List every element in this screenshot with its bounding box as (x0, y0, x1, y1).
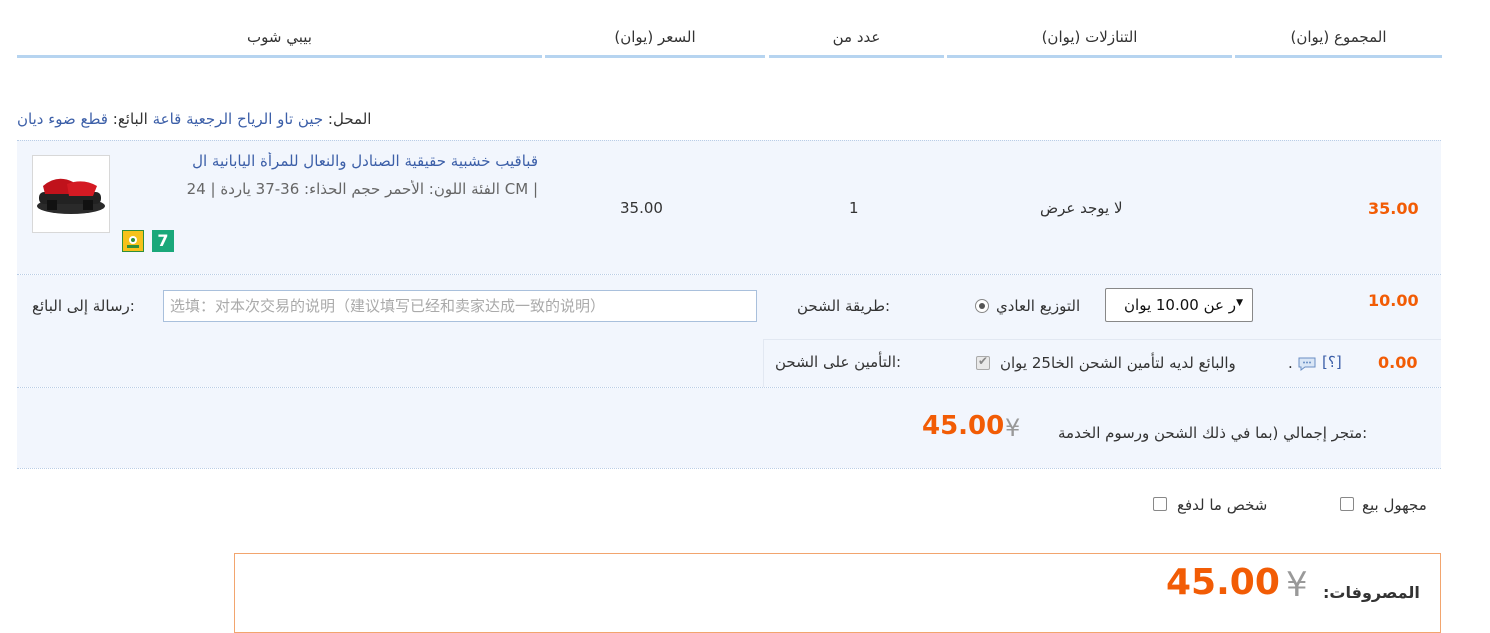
message-label: :رسالة إلى البائع (32, 297, 135, 315)
checkmark-icon: ✔ (978, 354, 989, 368)
insurance-label: :التأمين على الشحن (775, 353, 902, 371)
chat-bubble-icon[interactable] (1298, 357, 1316, 375)
shipping-fee: 10.00 (1368, 291, 1419, 310)
store-total-amount: 45.00 (922, 411, 1005, 441)
seller-name-link[interactable]: قطع ضوء ديان (17, 110, 108, 128)
someone-pay-label: شخص ما لدفع (1177, 496, 1268, 514)
header-discount: (التنازلات (يوان (947, 0, 1232, 58)
store-label: المحل: (327, 110, 372, 128)
header-total-label: (المجموع (يوان (1290, 28, 1387, 46)
sandal-image-icon (37, 178, 105, 214)
flower-badge-icon[interactable] (122, 230, 144, 252)
insurance-text: والبائع لديه لتأمين الشحن الخا25 يوان (1000, 354, 1236, 372)
header-quantity: عدد من (769, 0, 944, 58)
store-total-label: :متجر إجمالي (بما في ذلك الشحن ورسوم الخ… (1058, 424, 1368, 442)
header-divider (1235, 55, 1442, 58)
header-price: (السعر (يوان (545, 0, 765, 58)
seven-day-return-badge[interactable]: 7 (152, 230, 174, 252)
radio-dot (979, 303, 985, 309)
item-attributes: | CM الفئة اللون: الأحمر حجم الحذاء: 36-… (186, 180, 538, 198)
item-title-link[interactable]: قباقيب خشبية حقيقية الصنادل والنعال للمر… (122, 152, 538, 170)
insurance-checkbox[interactable]: ✔ (976, 354, 990, 370)
row-divider (17, 468, 1441, 469)
insurance-help-link[interactable]: [؟] (1322, 353, 1342, 371)
summary-amount: 45.00 (1166, 562, 1280, 603)
anonymous-purchase-label: مجهول بيع (1362, 496, 1427, 514)
store-line: المحل: جين تاو الرياح الرجعية قاعة البائ… (17, 110, 371, 128)
header-divider (545, 55, 765, 58)
header-discount-label: (التنازلات (يوان (1041, 28, 1138, 46)
insurance-dot: . (1288, 354, 1293, 372)
summary-currency: ¥ (1286, 565, 1308, 605)
item-total: 35.00 (1368, 199, 1419, 218)
summary-label: المصروفات: (1323, 583, 1420, 602)
header-divider (947, 55, 1232, 58)
store-name-link[interactable]: جين تاو الرياح الرجعية قاعة (153, 110, 324, 128)
flower-icon (127, 236, 139, 248)
product-thumbnail[interactable] (32, 155, 110, 233)
header-shop: بيبي شوب (17, 0, 542, 58)
someone-pay-checkbox[interactable] (1153, 497, 1167, 511)
anonymous-purchase-checkbox[interactable] (1340, 497, 1354, 511)
column-divider (763, 340, 764, 387)
insurance-fee: 0.00 (1378, 353, 1418, 372)
header-divider (17, 55, 542, 58)
chevron-down-icon: ▼ (1236, 298, 1243, 308)
header-total: (المجموع (يوان (1235, 0, 1442, 58)
item-price: 35.00 (620, 199, 663, 217)
seller-label: البائع: (112, 110, 148, 128)
store-total-currency: ¥ (1005, 414, 1021, 442)
insurance-row-line (763, 339, 1441, 340)
item-quantity: 1 (849, 199, 859, 217)
message-to-seller-input[interactable] (163, 290, 757, 322)
header-shop-label: بيبي شوب (247, 28, 312, 46)
select-value: ر عن 10.00 يوان (1124, 296, 1236, 314)
header-quantity-label: عدد من (832, 28, 881, 46)
shipping-radio[interactable] (975, 299, 989, 313)
shipping-method-label: :طريقة الشحن (797, 297, 891, 315)
shipping-method-name: التوزيع العادي (996, 297, 1081, 315)
header-divider (769, 55, 944, 58)
header-price-label: (السعر (يوان (614, 28, 696, 46)
shipping-method-select[interactable]: ر عن 10.00 يوان ▼ (1105, 288, 1253, 322)
row-divider (17, 140, 1441, 141)
item-discount: لا يوجد عرض (1040, 199, 1123, 217)
